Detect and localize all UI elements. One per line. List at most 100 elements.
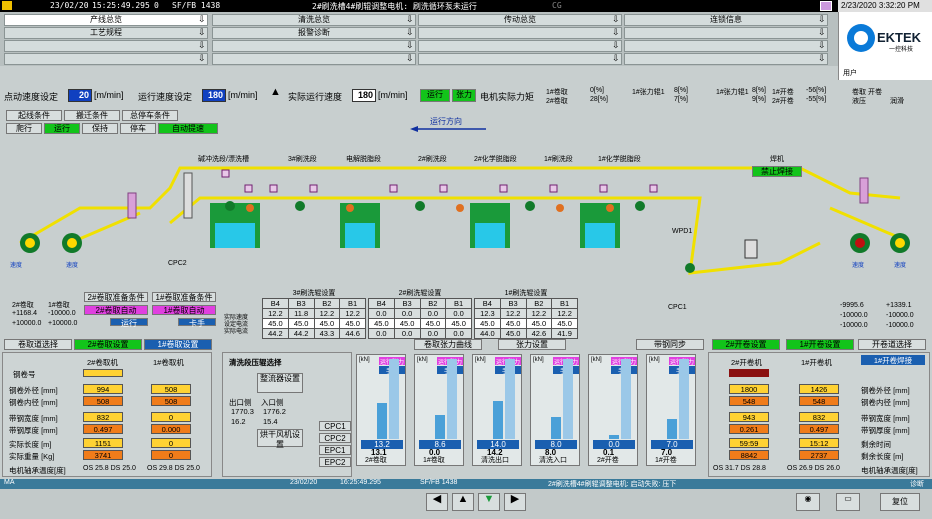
arrow-right-icon[interactable]: ▶ bbox=[504, 493, 526, 511]
section-brush2: 2#刷洗段 bbox=[418, 156, 447, 163]
menu-item-3-0[interactable] bbox=[4, 53, 208, 65]
clean-title: 清洗段压辊选择 bbox=[229, 358, 282, 367]
speed-row: 点动速度设定 20 [m/min] 运行速度设定 180 [m/min] ▲ 实… bbox=[0, 86, 932, 106]
rectifier-button[interactable]: 整流器设置 bbox=[257, 373, 303, 393]
cpc2-button[interactable]: CPC2 bbox=[319, 433, 351, 443]
cond-2-auto[interactable]: 2#卷取自动 bbox=[84, 305, 148, 315]
right-speed1: 速度 bbox=[852, 263, 865, 269]
row-label-2: 实际电流 bbox=[224, 329, 249, 335]
meter-track bbox=[389, 359, 399, 439]
epc2-button[interactable]: EPC2 bbox=[319, 457, 351, 467]
tab-4[interactable]: 张力设置 bbox=[498, 339, 566, 350]
tab-2[interactable]: 1#卷取设置 bbox=[144, 339, 212, 350]
torque-r3c2: 2#开卷 bbox=[772, 98, 794, 105]
meter-bar bbox=[435, 415, 445, 439]
jog-speed-input[interactable]: 20 bbox=[68, 89, 92, 102]
status-sf: SF/FB 1438 bbox=[420, 479, 458, 486]
direction-indicator: 运行方向 bbox=[410, 116, 486, 132]
menu-item-0-3[interactable]: 连锁信息 bbox=[624, 14, 828, 26]
cpc1-button[interactable]: CPC1 bbox=[319, 421, 351, 431]
meter-track bbox=[563, 359, 573, 439]
tab-6[interactable]: 2#开卷设置 bbox=[712, 339, 780, 350]
arrow-down-icon[interactable]: ▼ bbox=[478, 493, 500, 511]
stop-condition-button[interactable]: 总停车条件 bbox=[122, 110, 178, 121]
torque-r1c0: 1#张力辊1 bbox=[632, 89, 665, 96]
menu-item-2-0[interactable] bbox=[4, 40, 208, 52]
menu-arrow-icon: ⇩ bbox=[612, 14, 620, 24]
alarm-message: 2#刷洗槽4#刷辊调整电机: 刷洗循环泵未运行 bbox=[312, 2, 477, 11]
left-col2: 1#卷取机 bbox=[153, 358, 184, 367]
menu-item-3-2[interactable] bbox=[418, 53, 622, 65]
torque-r0c1: 0[%] bbox=[590, 87, 605, 94]
no-weld-button[interactable]: 禁止焊接 bbox=[752, 166, 802, 177]
run-speed-input[interactable]: 180 bbox=[202, 89, 226, 102]
menu-item-2-2[interactable] bbox=[418, 40, 622, 52]
run-unit: [m/min] bbox=[228, 90, 258, 100]
meter-track bbox=[679, 359, 689, 439]
tab-5[interactable]: 带钢同步 bbox=[636, 339, 704, 350]
cond-1-ready[interactable]: 1#卷取准备条件 bbox=[152, 292, 216, 302]
menu-item-1-0[interactable]: 工艺规程 bbox=[4, 27, 208, 39]
menu-item-0-0[interactable]: 产线总览 bbox=[4, 14, 208, 26]
cond-1-auto[interactable]: 1#卷取自动 bbox=[152, 305, 216, 315]
menu-arrow-icon: ⇩ bbox=[818, 53, 826, 63]
menu-item-1-1[interactable]: 报警诊断 bbox=[212, 27, 416, 39]
menu-item-2-1[interactable] bbox=[212, 40, 416, 52]
menu-arrow-icon: ⇩ bbox=[818, 14, 826, 24]
tab-row: 卷取道选择 2#卷取设置 1#卷取设置 卷取张力曲线 张力设置 带钢同步 2#开卷设置 1#开… bbox=[0, 338, 932, 351]
run-status-button[interactable]: 运行 bbox=[44, 123, 80, 134]
menu-item-3-3[interactable] bbox=[624, 53, 828, 65]
print-icon[interactable] bbox=[820, 1, 832, 11]
tab-1[interactable]: 2#卷取设置 bbox=[74, 339, 142, 350]
auto-speedup-button[interactable]: 自动提速 bbox=[158, 123, 218, 134]
menu-item-0-2[interactable]: 传动总览 bbox=[418, 14, 622, 26]
right-row-label: 剩余时间 bbox=[861, 440, 891, 449]
crawl-button[interactable]: 爬行 bbox=[6, 123, 42, 134]
tab-3[interactable]: 卷取张力曲线 bbox=[414, 339, 482, 350]
brush-cell: 45.0 bbox=[525, 318, 553, 329]
reset-button[interactable]: 复位 bbox=[880, 493, 920, 511]
updown-icon[interactable]: ▲ bbox=[270, 86, 281, 98]
menu-arrow-icon: ⇩ bbox=[198, 53, 206, 63]
run-button[interactable]: 运行 bbox=[420, 89, 450, 102]
right-coil-box bbox=[729, 369, 769, 377]
menu-item-1-2[interactable] bbox=[418, 27, 622, 39]
start-condition-button[interactable]: 起线条件 bbox=[6, 110, 62, 121]
cond-2-ready[interactable]: 2#卷取准备条件 bbox=[84, 292, 148, 302]
meter-name: 1#卷取 bbox=[423, 457, 445, 464]
arrow-up-icon[interactable]: ▲ bbox=[452, 493, 474, 511]
tension-meters: [kN]运行张力手动13.213.12#卷取[kN]运行张力手动8.60.01#… bbox=[356, 352, 706, 477]
stop-button[interactable]: 停车 bbox=[120, 123, 156, 134]
tab-8[interactable]: 开卷道选择 bbox=[858, 339, 926, 350]
screen-icon[interactable]: ▭ bbox=[836, 493, 860, 511]
menu-item-2-3[interactable] bbox=[624, 40, 828, 52]
epc1-button[interactable]: EPC1 bbox=[319, 445, 351, 455]
arrow-left-icon[interactable]: ◀ bbox=[426, 493, 448, 511]
hold-button[interactable]: 保持 bbox=[82, 123, 118, 134]
menu-arrow-icon: ⇩ bbox=[818, 27, 826, 37]
meter-3: [kN]运行张力手动8.08.0清洗入口 bbox=[530, 354, 580, 466]
move-condition-button[interactable]: 搬迁条件 bbox=[64, 110, 120, 121]
left-row-label: 带钢厚度 [mm] bbox=[9, 426, 58, 435]
right-row-label: 剩余长度 [m] bbox=[861, 452, 904, 461]
menu-arrow-icon: ⇩ bbox=[612, 27, 620, 37]
brush-col: B1 bbox=[339, 298, 366, 309]
right-value: 2737 bbox=[799, 450, 839, 460]
coil-left-v4: +10000.0 bbox=[48, 320, 78, 327]
dryer-fan-button[interactable]: 烘干风机设置 bbox=[257, 429, 303, 449]
tab-0[interactable]: 卷取道选择 bbox=[4, 339, 72, 350]
tension-button[interactable]: 张力 bbox=[452, 89, 476, 102]
jog-unit: [m/min] bbox=[94, 90, 124, 100]
run-speed-label: 运行速度设定 bbox=[138, 92, 193, 102]
brush-cell: 45.0 bbox=[262, 318, 289, 329]
left-value: 832 bbox=[83, 412, 123, 422]
menu-item-1-3[interactable] bbox=[624, 27, 828, 39]
menu-item-0-1[interactable]: 清洗总览 bbox=[212, 14, 416, 26]
status-diag[interactable]: 诊断 bbox=[910, 479, 924, 489]
menu-item-3-1[interactable] bbox=[212, 53, 416, 65]
brush-cell: 12.2 bbox=[525, 308, 553, 319]
meter-unit: [kN] bbox=[359, 357, 370, 363]
bottom-nav: ◀ ▲ ▼ ▶ ◉ ▭ 复位 bbox=[0, 489, 932, 519]
tab-7[interactable]: 1#开卷设置 bbox=[786, 339, 854, 350]
camera-icon[interactable]: ◉ bbox=[796, 493, 820, 511]
